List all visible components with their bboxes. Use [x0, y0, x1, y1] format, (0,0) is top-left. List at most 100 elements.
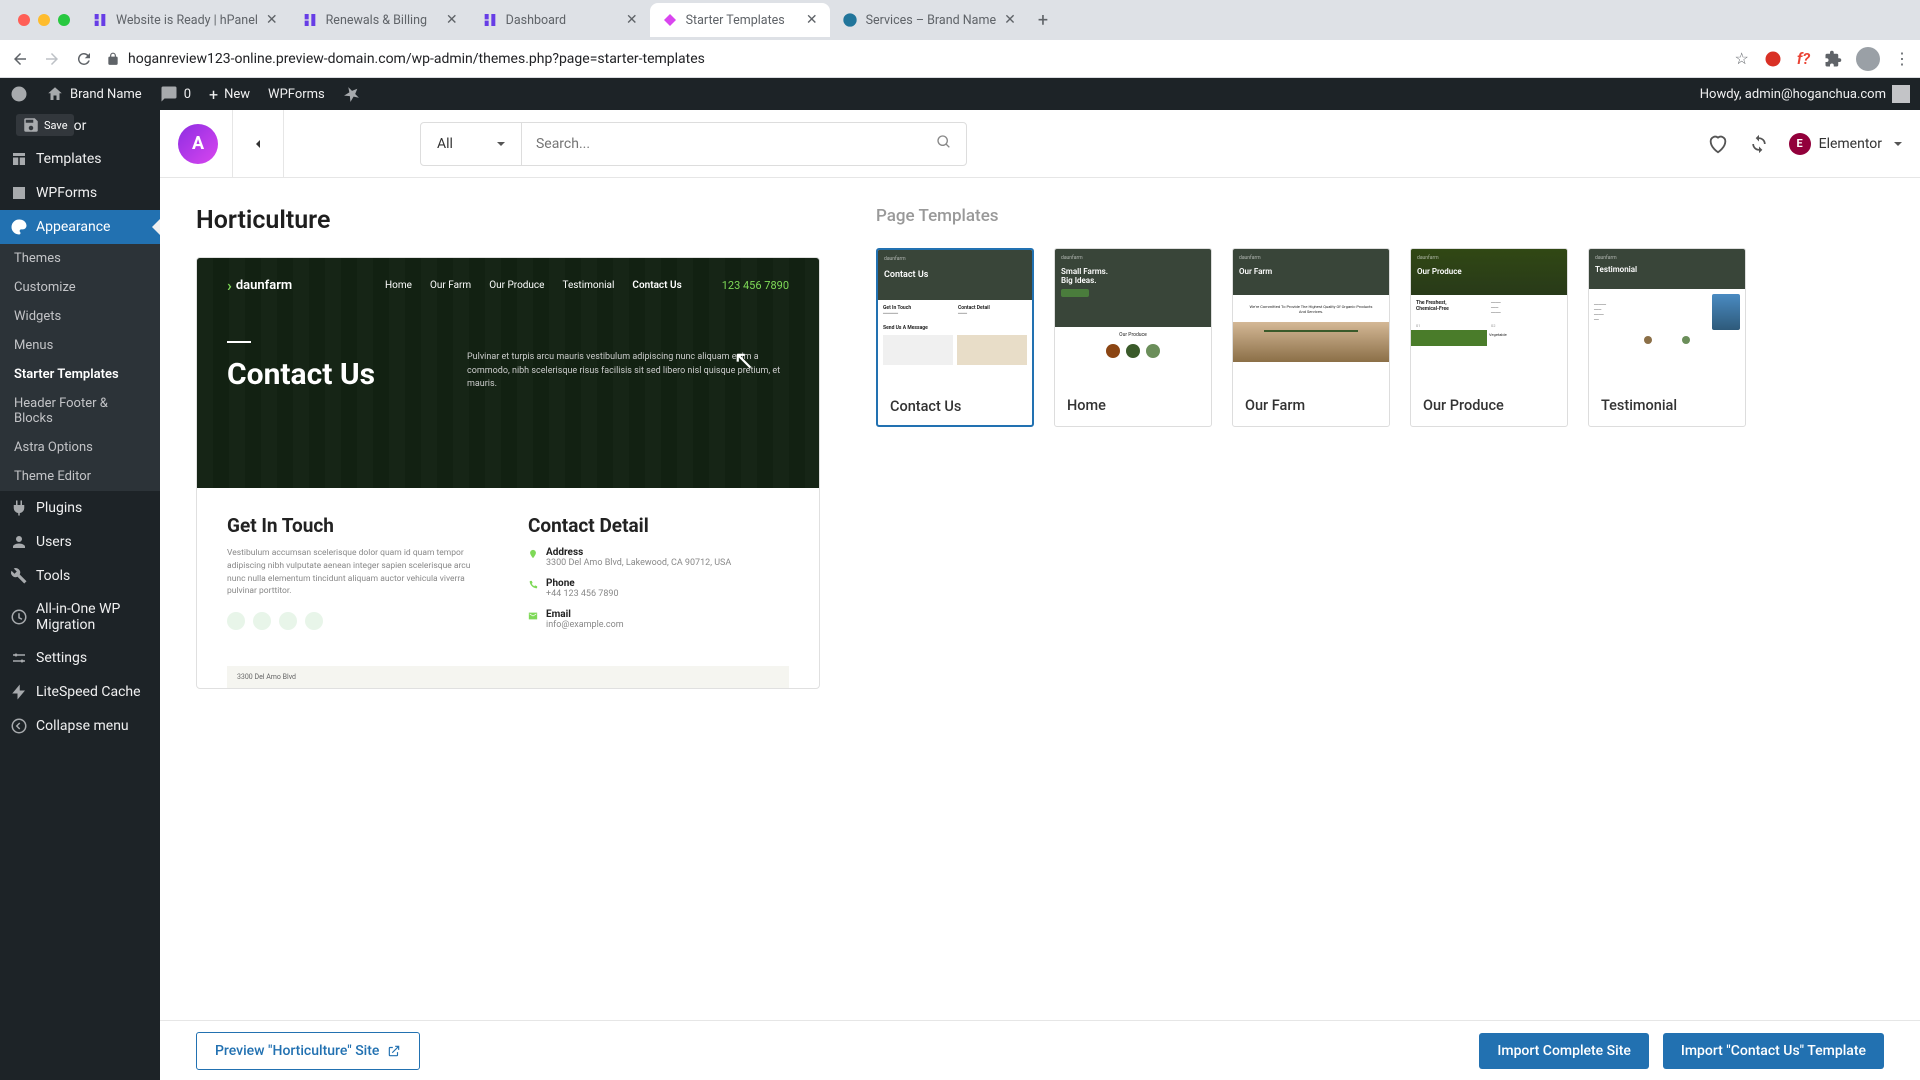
- chrome-menu-icon[interactable]: ⋮: [1894, 49, 1910, 68]
- preview-text: Vestibulum accumsan scelerisque dolor qu…: [227, 547, 488, 598]
- wordpress-icon: [842, 12, 858, 28]
- preview-subheading: Contact Detail: [528, 514, 789, 537]
- close-tab-icon[interactable]: ✕: [806, 12, 818, 28]
- submenu-astra-options[interactable]: Astra Options: [0, 433, 160, 462]
- extensions-icon[interactable]: [1824, 50, 1842, 68]
- comments-link[interactable]: 0: [160, 85, 191, 103]
- template-label: Home: [1055, 387, 1211, 424]
- extension-icon[interactable]: [1763, 49, 1783, 69]
- sync-icon[interactable]: [1749, 134, 1769, 154]
- starter-templates-logo-icon: A: [178, 124, 218, 164]
- template-card-contact-us[interactable]: daunfarmContact UsGet In Touch━━━━━Conta…: [876, 248, 1034, 427]
- browser-tab-active[interactable]: Starter Templates ✕: [650, 3, 830, 37]
- import-template-button[interactable]: Import "Contact Us" Template: [1663, 1033, 1884, 1069]
- submenu-widgets[interactable]: Widgets: [0, 302, 160, 331]
- page-builder-selector[interactable]: E Elementor: [1789, 133, 1902, 155]
- reload-button[interactable]: [74, 49, 94, 69]
- sidebar-item-users[interactable]: Users: [0, 525, 160, 559]
- preview-brand: daunfarm: [227, 276, 292, 295]
- sidebar-item-elementor[interactable]: Save entor: [0, 110, 160, 142]
- template-label: Our Produce: [1411, 387, 1567, 424]
- wp-logo[interactable]: [10, 85, 28, 103]
- sidebar-item-templates[interactable]: Templates: [0, 142, 160, 176]
- lock-icon: [106, 52, 120, 66]
- main-content: A All E Elementor Horticulture: [160, 110, 1920, 1080]
- template-label: Our Farm: [1233, 387, 1389, 424]
- forward-button[interactable]: [42, 49, 62, 69]
- import-site-button[interactable]: Import Complete Site: [1479, 1033, 1648, 1069]
- maximize-window-icon[interactable]: [58, 14, 70, 26]
- profile-avatar[interactable]: [1856, 47, 1880, 71]
- sidebar-item-migration[interactable]: All-in-One WP Migration: [0, 593, 160, 641]
- search-input[interactable]: [522, 123, 922, 165]
- hostinger-icon: [302, 12, 318, 28]
- page-title: Horticulture: [196, 206, 820, 235]
- submenu-customize[interactable]: Customize: [0, 273, 160, 302]
- close-tab-icon[interactable]: ✕: [266, 12, 278, 28]
- template-card-our-farm[interactable]: daunfarmOur FarmWe're Committed To Provi…: [1232, 248, 1390, 427]
- preview-hero: daunfarm Home Our Farm Our Produce Testi…: [197, 258, 819, 488]
- elementor-icon: E: [1789, 133, 1811, 155]
- browser-tab[interactable]: Website is Ready | hPanel ✕: [80, 3, 290, 37]
- hostinger-icon: [92, 12, 108, 28]
- starter-templates-icon: [662, 12, 678, 28]
- preview-map: 3300 Del Amo Blvd: [227, 666, 789, 688]
- appearance-submenu: Themes Customize Widgets Menus Starter T…: [0, 244, 160, 491]
- submenu-theme-editor[interactable]: Theme Editor: [0, 462, 160, 491]
- sidebar-item-settings[interactable]: Settings: [0, 641, 160, 675]
- astra-link[interactable]: [343, 85, 361, 103]
- bookmark-star-icon[interactable]: ☆: [1734, 49, 1748, 68]
- minimize-window-icon[interactable]: [38, 14, 50, 26]
- howdy-link[interactable]: Howdy, admin@hoganchua.com: [1700, 85, 1910, 103]
- sidebar-item-appearance[interactable]: Appearance: [0, 210, 160, 244]
- chevron-down-icon: [493, 136, 505, 152]
- chevron-down-icon: [1890, 136, 1902, 152]
- back-button[interactable]: [10, 49, 30, 69]
- close-tab-icon[interactable]: ✕: [626, 12, 638, 28]
- preview-site-button[interactable]: Preview "Horticulture" Site: [196, 1032, 420, 1070]
- submenu-header-footer[interactable]: Header Footer & Blocks: [0, 389, 160, 433]
- category-filter-dropdown[interactable]: All: [421, 123, 522, 165]
- address-bar: hoganreview123-online.preview-domain.com…: [0, 40, 1920, 78]
- browser-tab[interactable]: Renewals & Billing ✕: [290, 3, 470, 37]
- new-link[interactable]: +New: [209, 85, 250, 104]
- sidebar-item-litespeed[interactable]: LiteSpeed Cache: [0, 675, 160, 709]
- tab-title: Renewals & Billing: [326, 13, 438, 28]
- wp-admin-bar: Brand Name 0 +New WPForms Howdy, admin@h…: [0, 78, 1920, 110]
- new-tab-button[interactable]: +: [1028, 10, 1058, 31]
- sidebar-item-plugins[interactable]: Plugins: [0, 491, 160, 525]
- sidebar-item-wpforms[interactable]: WPForms: [0, 176, 160, 210]
- sidebar-item-tools[interactable]: Tools: [0, 559, 160, 593]
- url-input[interactable]: hoganreview123-online.preview-domain.com…: [106, 51, 1722, 67]
- extension-icon[interactable]: f?: [1797, 49, 1810, 68]
- submenu-themes[interactable]: Themes: [0, 244, 160, 273]
- preview-hero-text: Pulvinar et turpis arcu mauris vestibulu…: [467, 341, 789, 392]
- close-tab-icon[interactable]: ✕: [446, 12, 458, 28]
- section-title: Page Templates: [876, 206, 1884, 226]
- template-card-testimonial[interactable]: daunfarmTestimonial━━━━━━━━━━━━━━ Testim…: [1588, 248, 1746, 427]
- template-label: Contact Us: [878, 388, 1032, 425]
- save-chip[interactable]: Save: [16, 114, 74, 136]
- browser-tab[interactable]: Dashboard ✕: [470, 3, 650, 37]
- sidebar-collapse[interactable]: Collapse menu: [0, 709, 160, 743]
- preview-subheading: Get In Touch: [227, 514, 488, 537]
- submenu-starter-templates[interactable]: Starter Templates: [0, 360, 160, 389]
- close-window-icon[interactable]: [18, 14, 30, 26]
- back-button[interactable]: [232, 110, 284, 178]
- template-card-our-produce[interactable]: daunfarmOur ProduceThe Freshest,Chemical…: [1410, 248, 1568, 427]
- content-area: Horticulture daunfarm Home Our Farm Our …: [160, 178, 1920, 1020]
- site-link[interactable]: Brand Name: [46, 85, 142, 103]
- template-card-home[interactable]: daunfarmSmall Farms.Big Ideas.Our Produc…: [1054, 248, 1212, 427]
- favorites-icon[interactable]: [1707, 133, 1729, 155]
- preview-phone: 123 456 7890: [722, 279, 789, 292]
- tab-title: Website is Ready | hPanel: [116, 13, 258, 28]
- template-label: Testimonial: [1589, 387, 1745, 424]
- submenu-menus[interactable]: Menus: [0, 331, 160, 360]
- tab-bar: Website is Ready | hPanel ✕ Renewals & B…: [0, 0, 1920, 40]
- wpforms-link[interactable]: WPForms: [268, 87, 325, 102]
- window-controls[interactable]: [8, 14, 80, 26]
- preview-socials: [227, 612, 488, 630]
- browser-tab[interactable]: Services – Brand Name ✕: [830, 3, 1028, 37]
- close-tab-icon[interactable]: ✕: [1004, 12, 1016, 28]
- search-icon[interactable]: [922, 134, 966, 154]
